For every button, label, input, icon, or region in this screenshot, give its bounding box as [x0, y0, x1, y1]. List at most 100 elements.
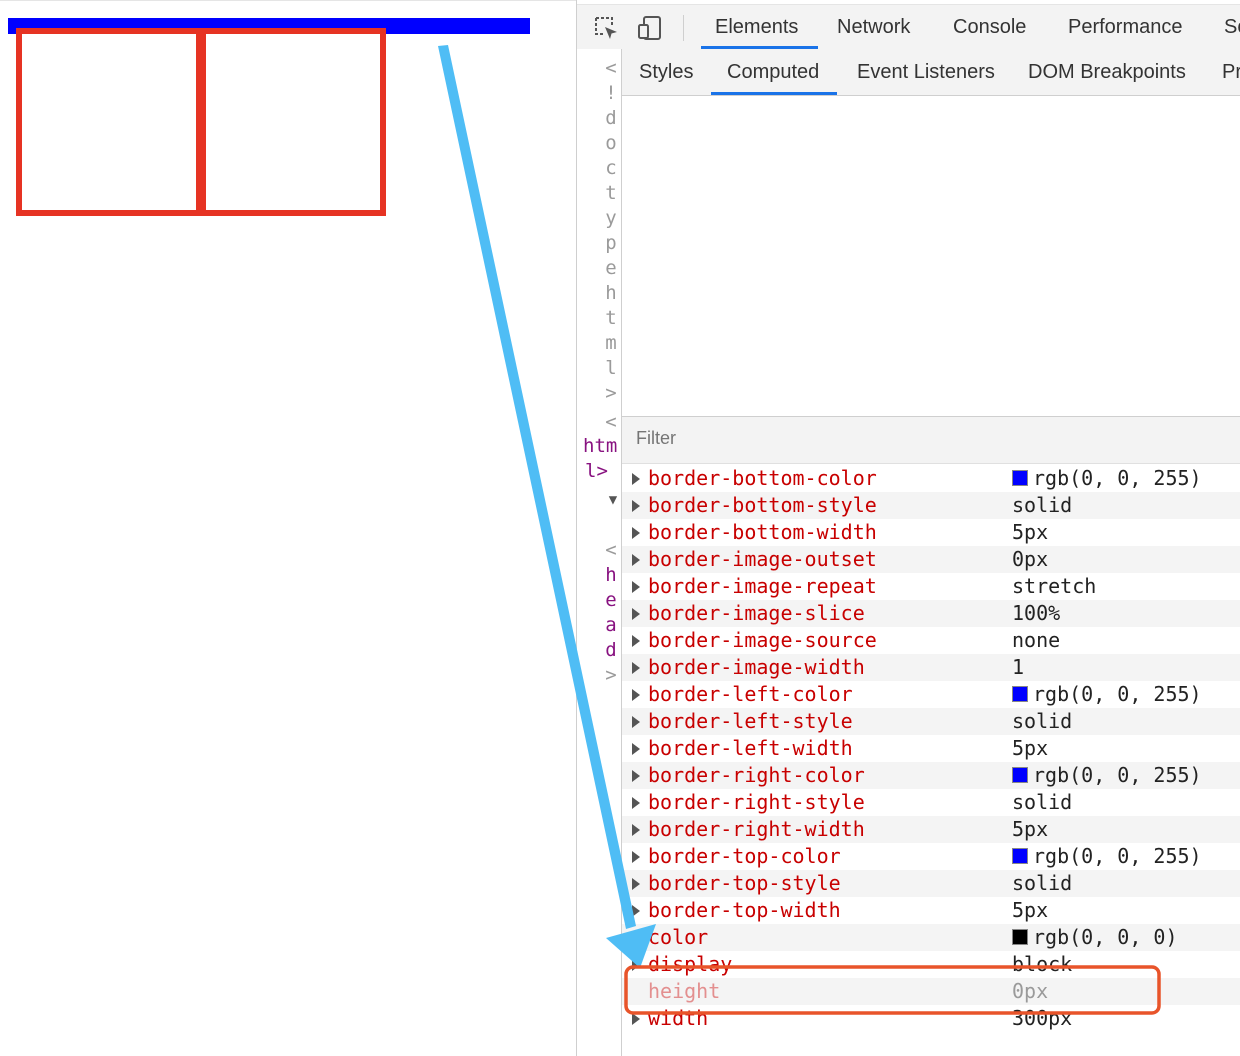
expand-arrow-icon[interactable]	[632, 689, 640, 701]
red-box-right[interactable]	[200, 28, 386, 216]
red-box-left[interactable]	[16, 28, 202, 216]
color-swatch-icon[interactable]	[1012, 848, 1028, 864]
expand-arrow-icon[interactable]	[632, 635, 640, 647]
property-value: 5px	[1012, 898, 1048, 922]
expand-arrow-icon[interactable]	[632, 959, 640, 971]
tab-console[interactable]: Console	[953, 5, 1026, 49]
property-value-text: rgb(0, 0, 255)	[1033, 763, 1202, 787]
computed-property-row[interactable]: border-right-style solid	[622, 789, 1240, 816]
tab-properties[interactable]: Pr	[1222, 49, 1240, 95]
computed-property-row[interactable]: border-left-width 5px	[622, 735, 1240, 762]
property-value: 0px	[1012, 979, 1048, 1003]
expand-arrow-icon[interactable]	[632, 932, 640, 944]
computed-property-row[interactable]: border-bottom-color rgb(0, 0, 255)	[622, 465, 1240, 492]
property-name: border-image-slice	[648, 601, 865, 625]
expand-arrow-icon[interactable]	[632, 716, 640, 728]
dom-char: m	[605, 332, 617, 354]
computed-property-row[interactable]: border-image-slice 100%	[622, 600, 1240, 627]
dom-char: h	[605, 282, 617, 304]
tab-dom-breakpoints[interactable]: DOM Breakpoints	[1028, 49, 1186, 95]
property-value: 5px	[1012, 736, 1048, 760]
filter-input[interactable]	[634, 427, 1038, 450]
expand-arrow-icon[interactable]	[632, 500, 640, 512]
expand-arrow-icon[interactable]	[632, 608, 640, 620]
tab-sources[interactable]: So	[1224, 5, 1240, 49]
expand-arrow-icon[interactable]	[632, 662, 640, 674]
tab-network[interactable]: Network	[837, 5, 910, 49]
computed-property-row[interactable]: border-image-repeat stretch	[622, 573, 1240, 600]
computed-property-row[interactable]: border-image-source none	[622, 627, 1240, 654]
dom-html-tag[interactable]: htm	[583, 435, 623, 457]
computed-property-row[interactable]: width 300px	[622, 1005, 1240, 1032]
computed-property-row[interactable]: border-left-style solid	[622, 708, 1240, 735]
expand-arrow-icon[interactable]	[632, 905, 640, 917]
color-swatch-icon[interactable]	[1012, 767, 1028, 783]
property-value: 1	[1012, 655, 1024, 679]
computed-property-row[interactable]: border-image-outset 0px	[622, 546, 1240, 573]
elements-tree-pane[interactable]: < ! d o c t y p e h t m l > < htm l> ▼ <…	[577, 49, 621, 1056]
computed-property-row[interactable]: border-top-width 5px	[622, 897, 1240, 924]
dom-char: c	[605, 157, 617, 179]
devtools-toolbar: Elements Network Console Performance So	[577, 4, 1240, 50]
property-value: 100%	[1012, 601, 1060, 625]
computed-property-row[interactable]: border-top-style solid	[622, 870, 1240, 897]
property-name: height	[648, 979, 721, 1003]
property-value-text: 300px	[1012, 1006, 1073, 1030]
computed-property-row[interactable]: border-right-width 5px	[622, 816, 1240, 843]
computed-property-row[interactable]: border-top-color rgb(0, 0, 255)	[622, 843, 1240, 870]
property-value-text: rgb(0, 0, 255)	[1033, 466, 1202, 490]
property-name: border-left-color	[648, 682, 853, 706]
expand-arrow-icon[interactable]	[632, 797, 640, 809]
expand-arrow-icon[interactable]	[632, 1013, 640, 1025]
expand-arrow-icon[interactable]	[632, 824, 640, 836]
expand-arrow-icon[interactable]	[632, 878, 640, 890]
property-value: 0px	[1012, 547, 1048, 571]
device-toolbar-icon[interactable]	[637, 15, 663, 41]
color-swatch-icon[interactable]	[1012, 686, 1028, 702]
dom-char: <	[605, 539, 617, 561]
tab-event-listeners[interactable]: Event Listeners	[857, 49, 995, 95]
expand-arrow-icon[interactable]	[632, 851, 640, 863]
property-value-text: rgb(0, 0, 255)	[1033, 682, 1202, 706]
property-value: solid	[1012, 790, 1072, 814]
property-name: border-right-color	[648, 763, 865, 787]
computed-property-row[interactable]: height 0px	[622, 978, 1240, 1005]
property-value: 5px	[1012, 817, 1048, 841]
property-value: none	[1012, 628, 1060, 652]
property-value-text: stretch	[1012, 574, 1097, 598]
computed-property-row[interactable]: border-left-color rgb(0, 0, 255)	[622, 681, 1240, 708]
tab-performance[interactable]: Performance	[1068, 5, 1183, 49]
side-panel-tabs: Styles Computed Event Listeners DOM Brea…	[622, 49, 1240, 96]
styles-side-panel: Styles Computed Event Listeners DOM Brea…	[621, 49, 1240, 1056]
tab-computed[interactable]: Computed	[710, 49, 838, 95]
property-value-text: solid	[1012, 709, 1073, 733]
expand-triangle-icon[interactable]: ▼	[605, 492, 621, 508]
property-value-text: block	[1012, 952, 1073, 976]
expand-arrow-icon[interactable]	[632, 581, 640, 593]
expand-arrow-icon[interactable]	[632, 770, 640, 782]
color-swatch-icon[interactable]	[1012, 929, 1028, 945]
property-name: color	[648, 925, 709, 949]
tab-styles[interactable]: Styles	[639, 49, 693, 95]
dom-char: p	[605, 232, 617, 254]
property-value-text: solid	[1012, 493, 1073, 517]
property-value-text: 5px	[1012, 898, 1049, 922]
inspect-element-icon[interactable]	[593, 15, 619, 41]
expand-arrow-icon[interactable]	[632, 554, 640, 566]
expand-arrow-icon[interactable]	[632, 473, 640, 485]
property-value-text: 1	[1012, 655, 1025, 679]
computed-property-row[interactable]: border-bottom-width 5px	[622, 519, 1240, 546]
computed-property-row[interactable]: display block	[622, 951, 1240, 978]
tab-elements[interactable]: Elements	[700, 5, 819, 49]
page-viewport	[0, 0, 576, 1056]
computed-property-row[interactable]: color rgb(0, 0, 0)	[622, 924, 1240, 951]
property-value: 300px	[1012, 1006, 1072, 1030]
color-swatch-icon[interactable]	[1012, 470, 1028, 486]
expand-arrow-icon[interactable]	[632, 743, 640, 755]
expand-arrow-icon[interactable]	[632, 527, 640, 539]
property-value-text: 0px	[1012, 547, 1049, 571]
computed-property-row[interactable]: border-image-width 1	[622, 654, 1240, 681]
computed-property-row[interactable]: border-bottom-style solid	[622, 492, 1240, 519]
property-value: rgb(0, 0, 0)	[1012, 925, 1178, 949]
computed-property-row[interactable]: border-right-color rgb(0, 0, 255)	[622, 762, 1240, 789]
